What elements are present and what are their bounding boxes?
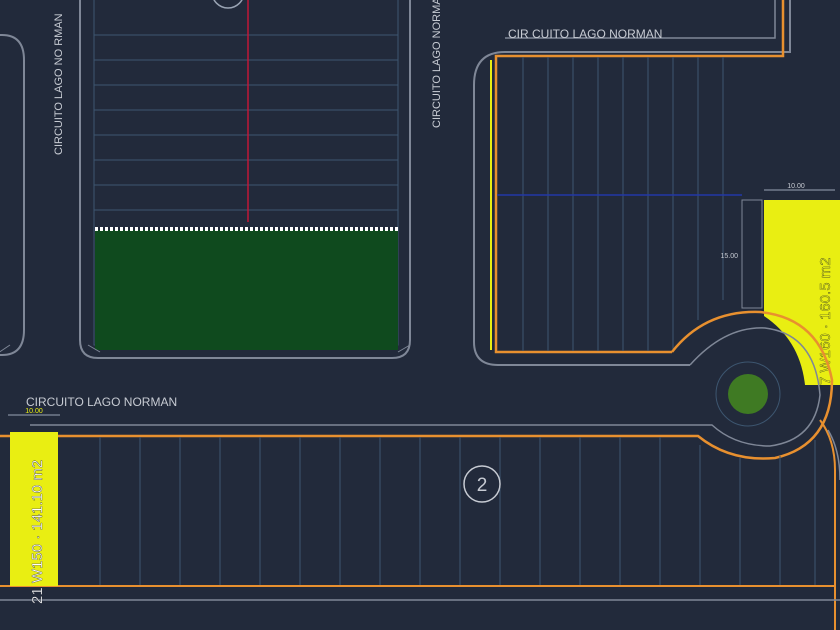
bottom-left-highlighted-lot: 10.00 21 W150 · 141.10 m2 [8, 408, 60, 604]
right-lot-label: 7 W160 · 160.5 m2 [817, 257, 834, 385]
bottom-left-lot-width-label: 10.00 [25, 408, 43, 415]
street-label-bottom: CIRCUITO LAGO NORMAN [26, 395, 177, 409]
right-lot-depth-label: 15.00 [720, 253, 738, 260]
right-lot-width-label: 10.00 [787, 183, 805, 190]
bottom-left-lot-label: 21 W150 · 141.10 m2 [29, 460, 46, 604]
block-number-2: 2 [477, 475, 488, 496]
site-plan-drawing: 10.00 15.00 7 W160 · 160.5 m2 2 10.00 21… [0, 0, 840, 630]
street-label-vertical-middle: CIRCUITO LAGO NORMAN [431, 0, 443, 128]
green-area [95, 230, 398, 350]
roundabout-island [728, 374, 768, 414]
street-label-top-right: CIR CUITO LAGO NORMAN [508, 27, 662, 41]
street-label-vertical-left: CIRCUITO LAGO NO RMAN [53, 13, 65, 155]
